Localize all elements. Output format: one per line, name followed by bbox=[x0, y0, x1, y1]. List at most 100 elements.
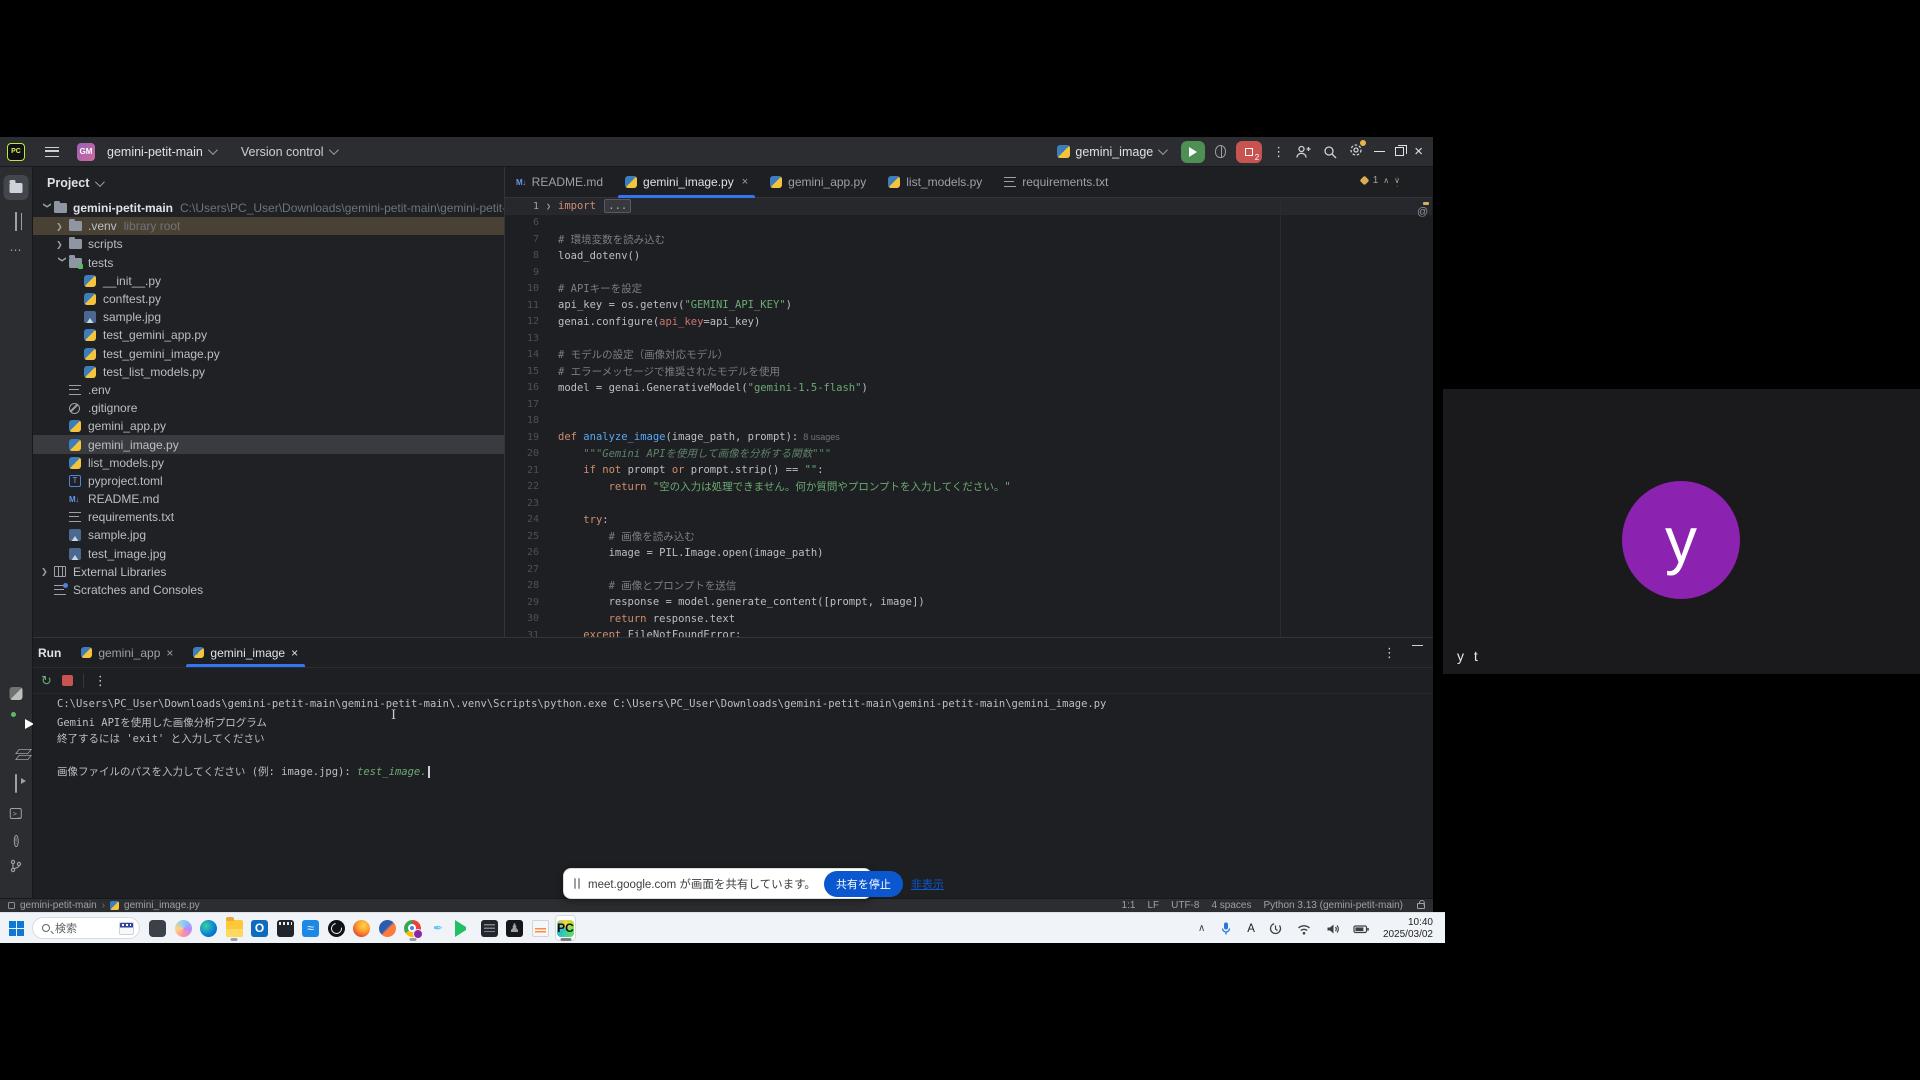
status-python-interpreter[interactable]: Python 3.13 (gemini-petit-main) bbox=[1263, 900, 1403, 911]
window-close-button[interactable]: × bbox=[1414, 144, 1423, 159]
editor-tab-gemini_image.py[interactable]: gemini_image.py× bbox=[614, 167, 759, 197]
status-line-ending[interactable]: LF bbox=[1147, 900, 1159, 911]
code-line-22[interactable]: 22 return "空の入力は処理できません。何か質問やプロンプトを入力してく… bbox=[505, 479, 1432, 496]
editor-tab-list_models.py[interactable]: list_models.py bbox=[877, 167, 993, 197]
code-line-8[interactable]: 8load_dotenv() bbox=[505, 248, 1432, 265]
tree-chevron-icon[interactable]: ❯ bbox=[56, 240, 69, 249]
tree-item-test_list_models.py[interactable]: test_list_models.py bbox=[33, 363, 504, 381]
services-tool-button[interactable] bbox=[15, 775, 17, 793]
taskbar-app-file-explorer[interactable] bbox=[224, 915, 245, 941]
code-line-29[interactable]: 29 response = model.generate_content([pr… bbox=[505, 594, 1432, 611]
tree-item-pyproject.toml[interactable]: Tpyproject.toml bbox=[33, 472, 504, 490]
problems-tool-button[interactable]: ! bbox=[14, 831, 19, 849]
taskbar-search[interactable]: 検索 bbox=[32, 917, 140, 939]
taskbar-app-copilot[interactable] bbox=[173, 915, 194, 941]
taskbar-app-browser[interactable] bbox=[377, 915, 398, 941]
terminal-tool-button[interactable]: >_ bbox=[10, 803, 22, 821]
stop-sharing-button[interactable]: 共有を停止 bbox=[824, 871, 903, 897]
hidden-icons-chevron[interactable]: ∧ bbox=[1198, 923, 1205, 934]
run-configuration-select[interactable]: gemini_image bbox=[1051, 141, 1171, 163]
close-tab-icon[interactable]: × bbox=[742, 176, 748, 188]
tree-item-list_models.py[interactable]: list_models.py bbox=[33, 454, 504, 472]
tree-item-test_gemini_app.py[interactable]: test_gemini_app.py bbox=[33, 326, 504, 344]
fold-arrow-icon[interactable]: ❯ bbox=[539, 202, 558, 211]
code-line-6[interactable]: 6 bbox=[505, 215, 1432, 232]
debug-button[interactable] bbox=[1215, 145, 1226, 158]
battery-icon[interactable] bbox=[1353, 922, 1370, 936]
tree-item-__init__.py[interactable]: __init__.py bbox=[33, 272, 504, 290]
tree-item-gemini_image.py[interactable]: gemini_image.py bbox=[33, 435, 504, 453]
tree-chevron-icon[interactable]: ❯ bbox=[56, 222, 69, 231]
hide-banner-link[interactable]: 非表示 bbox=[911, 876, 944, 892]
status-encoding[interactable]: UTF-8 bbox=[1171, 900, 1199, 911]
taskbar-app-edge[interactable] bbox=[198, 915, 219, 941]
stop-process-icon[interactable] bbox=[62, 675, 73, 686]
tree-chevron-icon[interactable]: ❯ bbox=[41, 567, 54, 576]
stop-button[interactable]: 2 bbox=[1236, 141, 1262, 163]
start-button[interactable] bbox=[9, 921, 24, 936]
code-line-28[interactable]: 28 # 画像とプロンプトを送信 bbox=[505, 578, 1432, 595]
volume-icon[interactable] bbox=[1325, 922, 1340, 936]
code-line-20[interactable]: 20 """Gemini APIを使用して画像を分析する関数""" bbox=[505, 446, 1432, 463]
structure-tool-button[interactable] bbox=[15, 213, 17, 231]
ime-mode-indicator[interactable]: A bbox=[1247, 923, 1255, 935]
taskbar-clock[interactable]: 10:40 2025/03/02 bbox=[1383, 917, 1433, 940]
taskbar-app-obs-studio[interactable] bbox=[326, 915, 347, 941]
tree-item-sample.jpg[interactable]: sample.jpg bbox=[33, 308, 504, 326]
tree-item-tests[interactable]: ❯tests bbox=[33, 254, 504, 272]
wifi-icon[interactable] bbox=[1296, 922, 1312, 936]
code-line-11[interactable]: 11api_key = os.getenv("GEMINI_API_KEY") bbox=[505, 297, 1432, 314]
project-widget[interactable]: GM gemini-petit-main bbox=[71, 141, 221, 163]
code-line-19[interactable]: 19def analyze_image(image_path, prompt):… bbox=[505, 429, 1432, 446]
code-line-10[interactable]: 10# APIキーを設定 bbox=[505, 281, 1432, 298]
code-line-23[interactable]: 23 bbox=[505, 495, 1432, 512]
code-line-17[interactable]: 17 bbox=[505, 396, 1432, 413]
editor-tab-gemini_app.py[interactable]: gemini_app.py bbox=[759, 167, 877, 197]
taskbar-app-chrome[interactable] bbox=[402, 915, 423, 941]
code-line-31[interactable]: 31 except FileNotFoundError: bbox=[505, 627, 1432, 637]
tree-item-.venv[interactable]: ❯.venvlibrary root bbox=[33, 217, 504, 235]
code-area[interactable]: 1❯import ...67# 環境変数を読み込む8load_dotenv()9… bbox=[505, 198, 1432, 637]
taskbar-app-firefox[interactable] bbox=[351, 915, 372, 941]
main-menu-icon[interactable] bbox=[45, 147, 59, 157]
code-line-24[interactable]: 24 try: bbox=[505, 512, 1432, 529]
file-writable-icon[interactable] bbox=[1417, 903, 1425, 909]
code-line-12[interactable]: 12genai.configure(api_key=api_key) bbox=[505, 314, 1432, 331]
tree-item-conftest.py[interactable]: conftest.py bbox=[33, 290, 504, 308]
tree-item-gemini-petit-main[interactable]: ❯gemini-petit-mainC:\Users\PC_User\Downl… bbox=[33, 199, 504, 217]
status-caret-position[interactable]: 1:1 bbox=[1122, 900, 1136, 911]
microphone-icon[interactable] bbox=[1218, 921, 1234, 936]
rerun-button[interactable] bbox=[1181, 141, 1205, 163]
prev-problem-icon[interactable]: ∧ bbox=[1383, 176, 1389, 185]
taskbar-app-media-play-app[interactable] bbox=[453, 915, 474, 941]
taskbar-app-video-clipper[interactable] bbox=[275, 915, 296, 941]
tree-item-test_gemini_image.py[interactable]: test_gemini_image.py bbox=[33, 345, 504, 363]
settings-button[interactable] bbox=[1348, 142, 1364, 161]
code-line-7[interactable]: 7# 環境変数を読み込む bbox=[505, 231, 1432, 248]
editor-tab-readme.md[interactable]: M↓README.md bbox=[505, 167, 614, 197]
drag-handle-icon[interactable] bbox=[574, 878, 580, 889]
taskbar-app-window-app[interactable] bbox=[147, 915, 168, 941]
search-icon[interactable] bbox=[1322, 144, 1338, 160]
taskbar-app-photos[interactable]: ≈ bbox=[300, 915, 321, 941]
code-line-26[interactable]: 26 image = PIL.Image.open(image_path) bbox=[505, 545, 1432, 562]
code-line-9[interactable]: 9 bbox=[505, 264, 1432, 281]
rerun-icon[interactable]: ↻ bbox=[41, 674, 52, 687]
taskbar-app-outlook[interactable]: O bbox=[249, 915, 270, 941]
close-tab-icon[interactable]: × bbox=[166, 646, 173, 660]
tree-item-scripts[interactable]: ❯scripts bbox=[33, 235, 504, 253]
code-line-16[interactable]: 16model = genai.GenerativeModel("gemini-… bbox=[505, 380, 1432, 397]
project-tool-button[interactable] bbox=[4, 175, 29, 200]
taskbar-app-reader-app[interactable]: ♟ bbox=[504, 915, 525, 941]
breadcrumb-file[interactable]: gemini_image.py bbox=[124, 900, 200, 911]
tree-item-gemini_app.py[interactable]: gemini_app.py bbox=[33, 417, 504, 435]
next-problem-icon[interactable]: ∨ bbox=[1394, 176, 1400, 185]
more-actions-icon[interactable]: ⋮ bbox=[1272, 144, 1285, 160]
ai-assistant-icon[interactable]: @ bbox=[1417, 206, 1428, 218]
version-control-menu[interactable]: Version control bbox=[235, 141, 342, 163]
tree-item-test_image.jpg[interactable]: test_image.jpg bbox=[33, 545, 504, 563]
tree-chevron-icon[interactable]: ❯ bbox=[43, 202, 52, 215]
code-line-15[interactable]: 15# エラーメッセージで推奨されたモデルを使用 bbox=[505, 363, 1432, 380]
breadcrumb-project[interactable]: gemini-petit-main bbox=[20, 900, 97, 911]
inspections-widget[interactable]: 1 ∧ ∨ bbox=[1355, 173, 1406, 188]
